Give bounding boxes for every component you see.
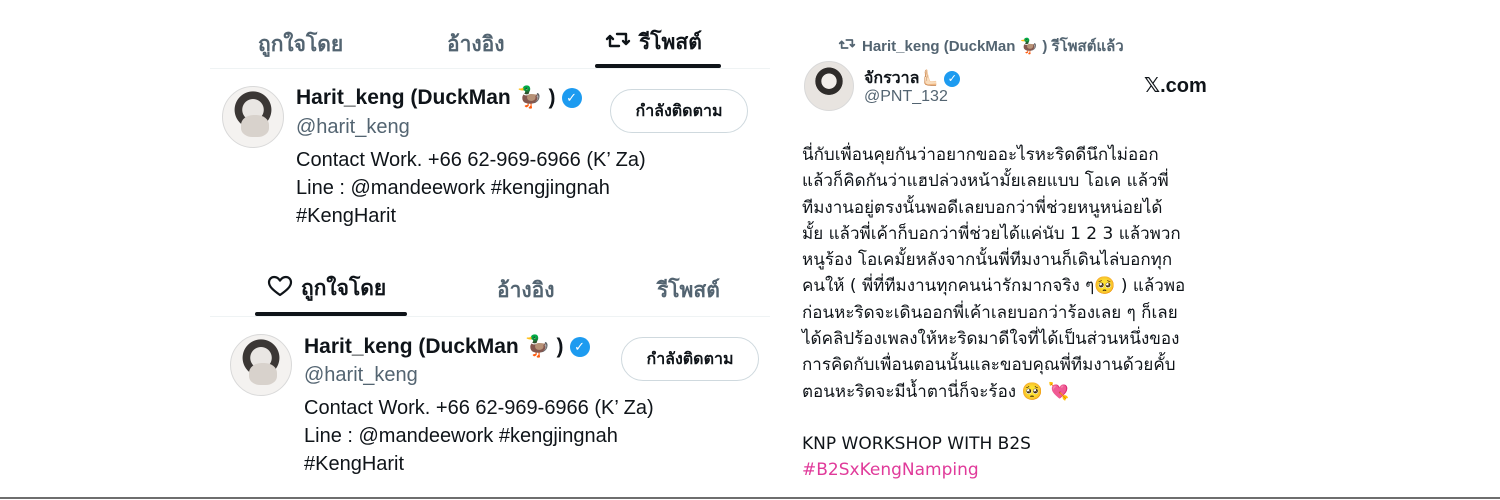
verified-badge-icon: ✓: [561, 88, 582, 108]
profile-handle[interactable]: @harit_keng: [296, 116, 410, 139]
profile-handle[interactable]: @harit_keng: [304, 364, 418, 387]
tab-label: รีโพสต์: [657, 279, 720, 302]
tweet-line: หนูร้อง โอเคมั้ยหลังจากนั้นพี่ทีมงานก็เด…: [802, 250, 1173, 271]
tweet-line: ทีมงานอยู่ตรงนั้นพอดีเลยบอกว่าพี่ช่วยหนู…: [802, 197, 1163, 218]
tweet-line: ได้คลิปร้องเพลงให้หะริดมาดีใจที่ได้เป็นส…: [802, 329, 1180, 350]
tab-reposts[interactable]: รีโพสต์: [657, 274, 720, 307]
x-logo: 𝕏.com: [1144, 75, 1207, 97]
avatar[interactable]: [222, 86, 284, 148]
repost-text: Harit_keng (DuckMan 🦆 ) รีโพสต์แล้ว: [862, 38, 1124, 55]
tab-label: ถูกใจโดย: [258, 33, 344, 56]
tabs-divider: [210, 68, 770, 69]
bio-line: Line : @mandeework #kengjingnah: [304, 425, 618, 447]
author-avatar[interactable]: [804, 61, 854, 111]
tweet-line: คนให้ ( พี่ที่ทีมงานทุกคนน่ารักมากจริง ๆ…: [802, 276, 1186, 297]
display-name[interactable]: Harit_keng (DuckMan 🦆 ): [304, 335, 564, 359]
hashtag-link[interactable]: #B2SxKengNamping: [802, 457, 1222, 483]
tab-liked-by[interactable]: ถูกใจโดย: [258, 28, 343, 61]
tweet-text: นี่กับเพื่อนคุยกันว่าอยากขออะไรหะริดดีนึ…: [802, 142, 1222, 484]
avatar[interactable]: [230, 334, 292, 396]
verified-badge-icon: ✓: [569, 337, 590, 357]
tweet-line: แล้วก็คิดกันว่าแฮปล่วงหน้ามั้ยเลยแบบ โอเ…: [802, 171, 1169, 192]
tab-label: รีโพสต์: [639, 31, 702, 54]
tweet-spacer: [802, 405, 1222, 431]
tweet-line: มั้ย แล้วพี่เค้าก็บอกว่าพี่ช่วยได้แค่นับ…: [802, 223, 1181, 244]
tweet-line: การคิดกับเพื่อนตอนนั้นและขอบคุณพี่ทีมงาน…: [802, 355, 1176, 376]
bio-line: Contact Work. +66 62-969-6966 (K’ Za): [296, 149, 646, 171]
profile-name-row[interactable]: Harit_keng (DuckMan 🦆 ) ✓: [296, 86, 582, 110]
tweet-line: ก่อนหะริดจะเดินออกพี่เค้าเลยบอกว่าร้องเล…: [802, 302, 1178, 323]
tabs-divider: [210, 316, 770, 317]
tab-liked-by[interactable]: ถูกใจโดย: [267, 272, 386, 305]
repost-context[interactable]: Harit_keng (DuckMan 🦆 ) รีโพสต์แล้ว: [838, 34, 1124, 58]
following-button[interactable]: กำลังติดตาม: [610, 89, 748, 133]
tweet-line: นี่กับเพื่อนคุยกันว่าอยากขออะไรหะริดดีนึ…: [802, 145, 1159, 165]
tab-reposts[interactable]: รีโพสต์: [605, 26, 702, 59]
tab-label: อ้างอิง: [447, 33, 505, 56]
tab-label: อ้างอิง: [497, 279, 555, 302]
repost-icon: [838, 36, 856, 56]
tweet-line: ตอนหะริดจะมีน้ำตานี่ก็จะร้อง 🥺 💘: [802, 381, 1070, 402]
profile-name-row[interactable]: Harit_keng (DuckMan 🦆 ) ✓: [304, 335, 590, 359]
bio-line: Contact Work. +66 62-969-6966 (K’ Za): [304, 397, 654, 419]
repost-icon: [605, 28, 631, 58]
verified-badge-icon: ✓: [944, 70, 961, 87]
tab-label: ถูกใจโดย: [301, 277, 387, 300]
frame-bottom-border: [0, 497, 1500, 499]
profile-bio: Contact Work. +66 62-969-6966 (K’ Za) Li…: [304, 394, 654, 478]
tweet-footer: KNP WORKSHOP WITH B2S: [802, 433, 1031, 454]
heart-icon: [267, 274, 293, 304]
display-name[interactable]: Harit_keng (DuckMan 🦆 ): [296, 86, 556, 110]
tab-quotes[interactable]: อ้างอิง: [497, 274, 555, 307]
bio-line: Line : @mandeework #kengjingnah: [296, 177, 610, 199]
bio-line: #KengHarit: [304, 453, 405, 475]
profile-bio: Contact Work. +66 62-969-6966 (K’ Za) Li…: [296, 146, 646, 230]
tab-quotes[interactable]: อ้างอิง: [447, 28, 505, 61]
author-handle[interactable]: @PNT_132: [864, 88, 948, 106]
bio-line: #KengHarit: [296, 205, 397, 227]
following-button[interactable]: กำลังติดตาม: [621, 337, 759, 381]
